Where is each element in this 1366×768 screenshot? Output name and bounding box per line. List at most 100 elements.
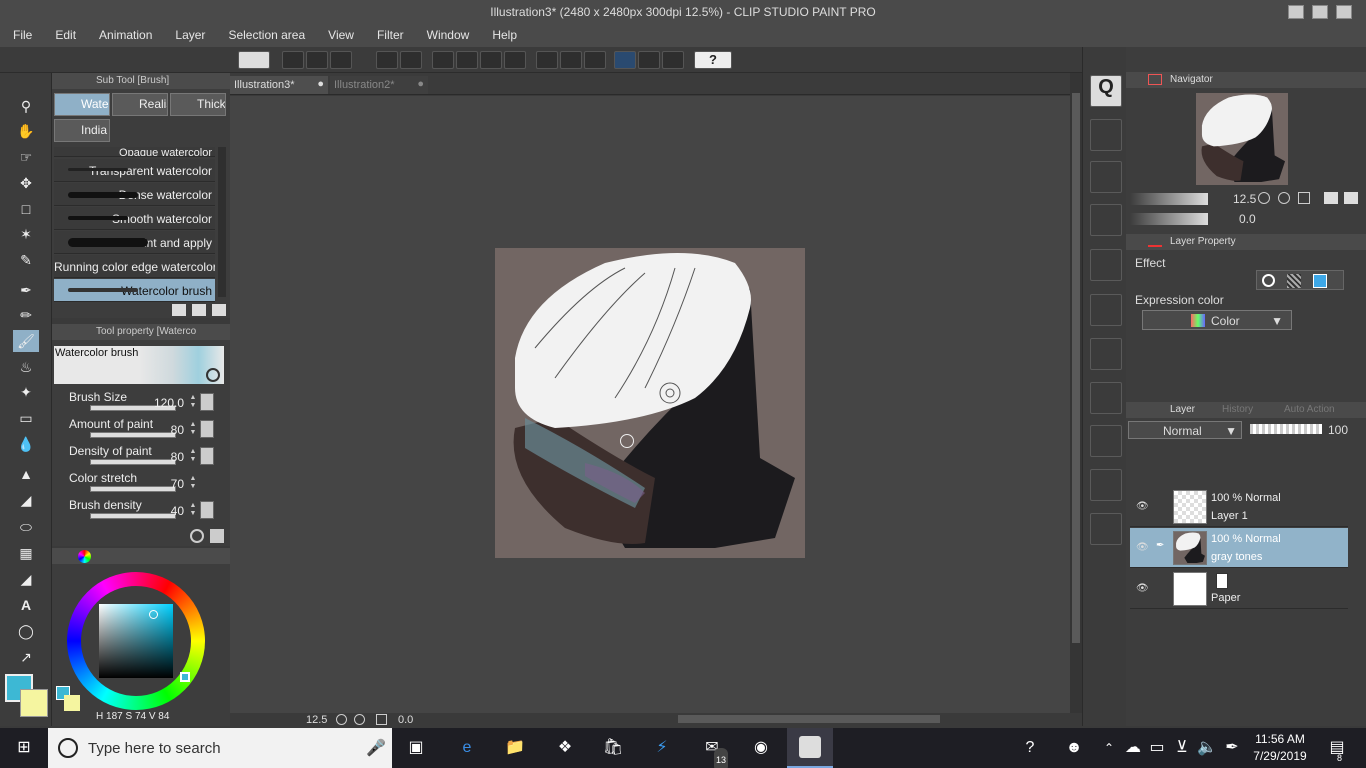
- material-folder-icon[interactable]: [1090, 425, 1122, 457]
- layer-name[interactable]: Paper: [1211, 592, 1240, 604]
- material-folder-icon[interactable]: [1090, 338, 1122, 370]
- brush-smooth-watercolor[interactable]: Smooth watercolor: [54, 207, 215, 230]
- undo-icon[interactable]: [376, 51, 398, 69]
- prop-amount-of-paint-value[interactable]: 80: [171, 423, 184, 437]
- notifications-icon[interactable]: ▤ 8: [1325, 736, 1349, 763]
- clip-studio-taskbar-icon[interactable]: [787, 728, 833, 768]
- effect-tone-icon[interactable]: [1287, 274, 1301, 288]
- menu-filter[interactable]: Filter: [364, 25, 414, 47]
- navigator-zoom-slider[interactable]: [1130, 193, 1208, 205]
- operation-tool-icon[interactable]: ☞: [13, 146, 39, 168]
- taskbar-search-box[interactable]: Type here to search 🎤: [48, 728, 392, 768]
- text-tool-icon[interactable]: A: [13, 594, 39, 616]
- prop-amount-of-paint[interactable]: Amount of paint 80 ▲ ▼: [52, 417, 218, 443]
- prop-color-stretch-spinner[interactable]: ▲ ▼: [188, 475, 198, 491]
- blend-tool-icon[interactable]: 💧: [13, 433, 39, 455]
- subtab-india-ink[interactable]: India: [54, 119, 110, 142]
- subtab-watercolor[interactable]: Water: [54, 93, 110, 116]
- minimize-button[interactable]: [1288, 5, 1304, 19]
- crop-icon[interactable]: [504, 51, 526, 69]
- prop-density-of-paint[interactable]: Density of paint 80 ▲ ▼: [52, 444, 218, 470]
- tab-illustration3[interactable]: Illustration3* ●: [230, 76, 328, 94]
- subtool-settings-icon[interactable]: [172, 304, 186, 316]
- canvas-vertical-scrollbar[interactable]: [1070, 73, 1082, 713]
- navigator-zoom-out-icon[interactable]: [1258, 192, 1270, 204]
- eyedropper-tool-icon[interactable]: ✎: [13, 249, 39, 271]
- edge-browser-icon[interactable]: e: [455, 736, 479, 760]
- mail-icon[interactable]: ✉ 13: [700, 736, 729, 768]
- material-folder-icon[interactable]: [1090, 382, 1122, 414]
- pencil-tool-icon[interactable]: ✏: [13, 304, 39, 326]
- material-folder-icon[interactable]: [1090, 294, 1122, 326]
- prop-density-of-paint-pressure-button[interactable]: [200, 447, 214, 465]
- chrome-icon[interactable]: ◉: [749, 736, 773, 760]
- effect-layer-color-icon[interactable]: [1313, 274, 1327, 288]
- sv-cursor[interactable]: [149, 610, 158, 619]
- dropbox-icon[interactable]: ❖: [553, 736, 577, 760]
- prop-color-stretch-slider[interactable]: [90, 486, 176, 492]
- figure-tool-icon[interactable]: ⬭: [13, 516, 39, 538]
- menu-animation[interactable]: Animation: [86, 25, 162, 47]
- brush-running-color-edge-watercolor[interactable]: Running color edge watercolor: [54, 255, 215, 278]
- layer-row-layer1[interactable]: 👁 100 % Normal Layer 1: [1130, 487, 1348, 527]
- snap-to-ruler-icon[interactable]: [614, 51, 636, 69]
- auto-select-tool-icon[interactable]: ✶: [13, 223, 39, 245]
- hand-tool-icon[interactable]: ✋: [13, 120, 39, 142]
- prop-color-stretch-value[interactable]: 70: [171, 477, 184, 491]
- search-material-icon[interactable]: Q: [1090, 75, 1122, 107]
- prop-brush-density[interactable]: Brush density 40 ▲ ▼: [52, 498, 218, 524]
- gradient-tool-icon[interactable]: ◢: [13, 489, 39, 511]
- layer-name[interactable]: Layer 1: [1211, 510, 1248, 522]
- new-file-icon[interactable]: [282, 51, 304, 69]
- pen-tool-icon[interactable]: ✒: [13, 279, 39, 301]
- clip-studio-icon[interactable]: [238, 51, 270, 69]
- wifi-icon[interactable]: ⊻: [1170, 736, 1194, 760]
- menu-view[interactable]: View: [315, 25, 364, 47]
- tab-illustration2[interactable]: Illustration2* ●: [330, 76, 428, 94]
- onedrive-icon[interactable]: ☁: [1121, 736, 1145, 760]
- prop-brush-density-pressure-button[interactable]: [200, 501, 214, 519]
- brush-transparent-watercolor[interactable]: Transparent watercolor: [54, 159, 215, 182]
- artboard[interactable]: [495, 248, 805, 558]
- menu-file[interactable]: File: [0, 25, 42, 47]
- decoration-tool-icon[interactable]: ✦: [13, 381, 39, 403]
- tab-close-icon[interactable]: ●: [317, 78, 324, 90]
- layer-property-title[interactable]: Layer Property: [1170, 236, 1236, 247]
- tab-layer[interactable]: Layer: [1170, 404, 1195, 415]
- navigator-rotate-slider[interactable]: [1130, 213, 1208, 225]
- prop-brush-density-value[interactable]: 40: [171, 504, 184, 518]
- subtab-realistic[interactable]: Realis: [112, 93, 168, 116]
- expression-color-dropdown[interactable]: Color ▼: [1142, 310, 1292, 330]
- prop-brush-density-spinner[interactable]: ▲ ▼: [188, 502, 198, 518]
- clear-icon[interactable]: [536, 51, 558, 69]
- prop-brush-size-value[interactable]: 120.0: [154, 396, 184, 410]
- store-icon[interactable]: 🛍: [601, 736, 625, 760]
- help-icon[interactable]: ?: [694, 51, 732, 69]
- move-layer-tool-icon[interactable]: ✥: [13, 172, 39, 194]
- select-all-icon[interactable]: [456, 51, 478, 69]
- brush-dense-watercolor[interactable]: Dense watercolor: [54, 183, 215, 206]
- navigator-zoom-value[interactable]: 12.5: [1233, 192, 1256, 206]
- prop-amount-of-paint-slider[interactable]: [90, 432, 176, 438]
- battery-icon[interactable]: ▭: [1145, 736, 1169, 760]
- pen-workspace-icon[interactable]: ✒: [1220, 736, 1244, 760]
- frame-border-tool-icon[interactable]: ▦: [13, 542, 39, 564]
- prop-brush-density-slider[interactable]: [90, 513, 176, 519]
- airbrush-tool-icon[interactable]: ♨: [13, 356, 39, 378]
- navigator-preview[interactable]: [1196, 93, 1288, 185]
- status-zoom-in-icon[interactable]: [354, 714, 365, 725]
- panel-sub-color-swatch[interactable]: [64, 695, 80, 711]
- fill-icon[interactable]: [480, 51, 502, 69]
- hue-cursor[interactable]: [180, 672, 190, 682]
- balloon-tool-icon[interactable]: ◯: [13, 620, 39, 642]
- eraser-tool-icon[interactable]: ▭: [13, 407, 39, 429]
- saturation-value-square[interactable]: [99, 604, 173, 678]
- prop-amount-of-paint-pressure-button[interactable]: [200, 420, 214, 438]
- close-button[interactable]: [1336, 5, 1352, 19]
- brush-watercolor-brush[interactable]: Watercolor brush: [54, 279, 215, 302]
- subtool-scrollbar[interactable]: [218, 147, 226, 297]
- deselect-icon[interactable]: [584, 51, 606, 69]
- redo-icon[interactable]: [400, 51, 422, 69]
- snap-to-grid-icon[interactable]: [662, 51, 684, 69]
- navigator-flip-icon[interactable]: [1324, 192, 1338, 204]
